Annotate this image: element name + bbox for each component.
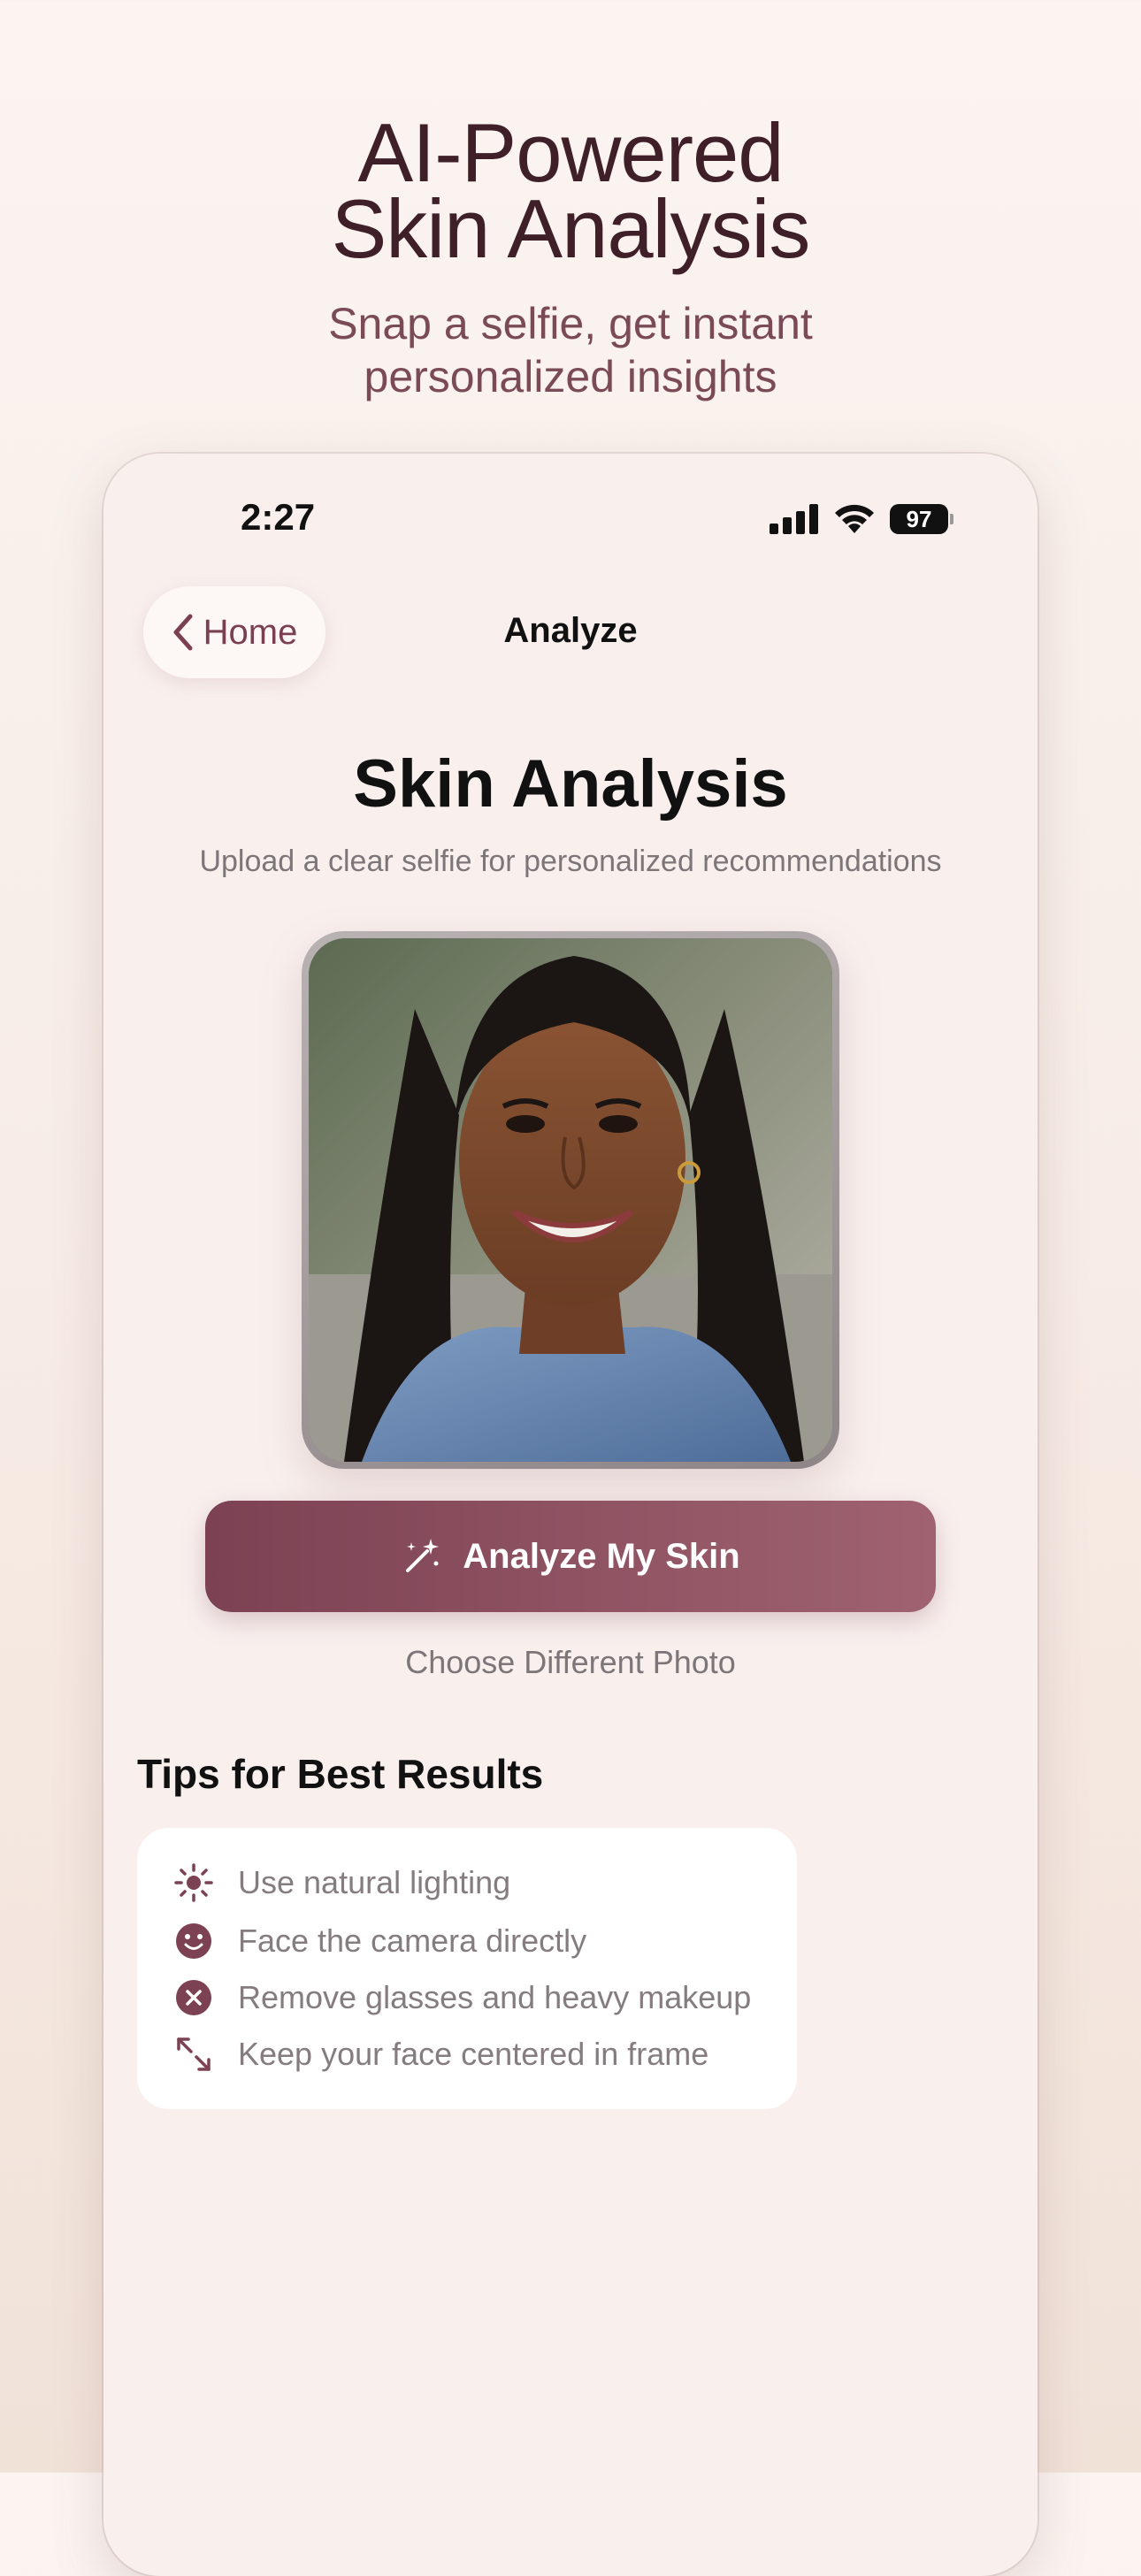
hero-subtitle-line-2: personalized insights bbox=[364, 352, 777, 401]
battery-icon: 97 bbox=[890, 504, 953, 534]
tip-item: Keep your face centered in frame bbox=[174, 2028, 708, 2081]
sun-icon bbox=[174, 1863, 213, 1902]
wifi-icon bbox=[835, 504, 874, 533]
status-icons: 97 bbox=[770, 503, 953, 535]
hero-title-line-1: AI-Powered bbox=[357, 106, 784, 199]
tip-label: Keep your face centered in frame bbox=[238, 2036, 709, 2072]
phone-frame: 2:27 97 Home Analyze Skin Analysis Uploa… bbox=[103, 454, 1038, 2576]
expand-arrows-icon bbox=[177, 2037, 211, 2071]
x-circle-icon bbox=[176, 1980, 211, 2015]
tip-label: Face the camera directly bbox=[238, 1922, 587, 1959]
analyze-button-label: Analyze My Skin bbox=[463, 1536, 740, 1576]
tip-label: Remove glasses and heavy makeup bbox=[238, 1979, 752, 2015]
page-subtitle: Upload a clear selfie for personalized r… bbox=[199, 845, 942, 878]
selfie-illustration bbox=[309, 938, 832, 1462]
selfie-photo-frame[interactable] bbox=[302, 931, 839, 1469]
smiley-face-icon bbox=[176, 1923, 211, 1959]
status-bar: 2:27 97 bbox=[103, 454, 1038, 586]
selfie-photo bbox=[309, 938, 832, 1462]
hero-title: AI-Powered Skin Analysis bbox=[0, 106, 1141, 275]
battery-tip bbox=[950, 514, 953, 524]
hero-subtitle: Snap a selfie, get instant personalized … bbox=[0, 297, 1141, 403]
page-title: Skin Analysis bbox=[353, 746, 788, 822]
nav-title: Analyze bbox=[503, 611, 638, 650]
tip-item: Use natural lighting bbox=[174, 1856, 510, 1909]
tip-item: Remove glasses and heavy makeup bbox=[174, 1971, 751, 2024]
battery-level: 97 bbox=[890, 504, 948, 534]
choose-different-photo-link[interactable]: Choose Different Photo bbox=[103, 1644, 1038, 1681]
cellular-signal-icon bbox=[770, 504, 818, 534]
hero-title-line-2: Skin Analysis bbox=[331, 182, 811, 275]
hero-subtitle-line-1: Snap a selfie, get instant bbox=[328, 299, 813, 348]
tips-card: Use natural lighting Face the camera dir… bbox=[137, 1828, 797, 2109]
magic-wand-icon bbox=[406, 1539, 440, 1572]
tips-heading: Tips for Best Results bbox=[137, 1751, 544, 1797]
tip-label: Use natural lighting bbox=[238, 1864, 511, 1900]
tip-item: Face the camera directly bbox=[174, 1915, 586, 1968]
analyze-my-skin-button[interactable]: Analyze My Skin bbox=[205, 1501, 936, 1612]
status-time: 2:27 bbox=[241, 496, 316, 538]
